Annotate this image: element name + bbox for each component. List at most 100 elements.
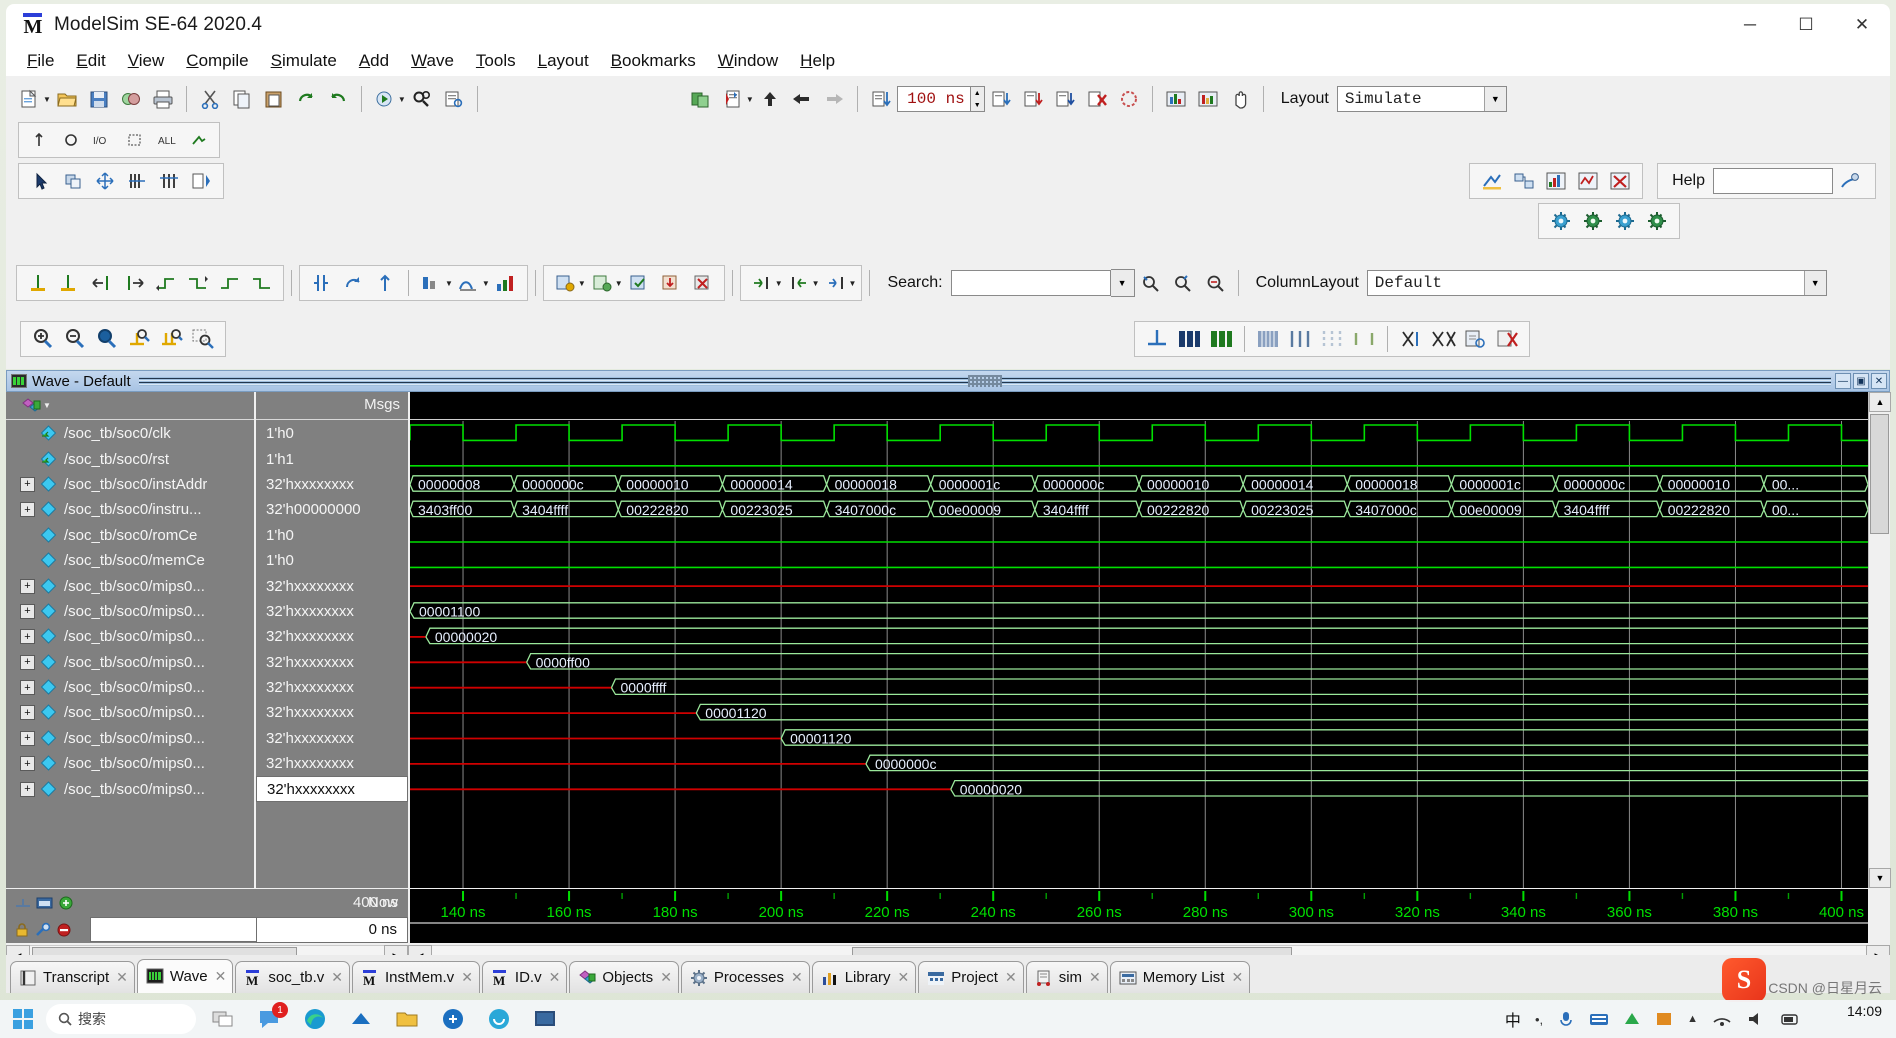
signal-value-row[interactable]: 1'h1 xyxy=(256,446,408,471)
expand-toggle-icon[interactable]: + xyxy=(20,654,35,670)
zoom-between-cursors-icon[interactable] xyxy=(156,324,186,354)
tab-close-icon[interactable]: ✕ xyxy=(791,969,803,986)
schematic-button[interactable] xyxy=(1509,166,1539,196)
tab-project[interactable]: Project ✕ xyxy=(918,961,1024,993)
tab-sim[interactable]: sim ✕ xyxy=(1025,961,1108,993)
run-length-field[interactable]: 100 ns xyxy=(896,86,971,112)
signal-row[interactable]: + /soc_tb/soc0/mips0... xyxy=(6,700,254,725)
find-edge-button[interactable] xyxy=(215,268,245,298)
signal-value-row[interactable]: 32'hxxxxxxxx xyxy=(256,700,408,725)
signal-row[interactable]: + /soc_tb/soc0/instru... xyxy=(6,497,254,522)
tab-close-icon[interactable]: ✕ xyxy=(215,968,227,985)
search-history-dropdown-icon[interactable]: ▼ xyxy=(1110,269,1135,297)
signal-row[interactable]: + /soc_tb/soc0/mips0... xyxy=(6,650,254,675)
zoom-full-icon[interactable] xyxy=(92,324,122,354)
step-button[interactable] xyxy=(986,84,1016,114)
scroll-up-button[interactable]: ▲ xyxy=(1869,392,1891,412)
cut-button[interactable] xyxy=(195,84,225,114)
tab-close-icon[interactable]: ✕ xyxy=(1089,969,1101,986)
signal-value-row[interactable]: 32'hxxxxxxxx xyxy=(256,599,408,624)
maximize-button[interactable]: ☐ xyxy=(1778,4,1834,46)
align-right-button[interactable] xyxy=(154,166,184,196)
search-prev-button[interactable] xyxy=(1136,268,1166,298)
tab-id-v[interactable]: M ID.v ✕ xyxy=(481,961,568,993)
hand-tool-button[interactable] xyxy=(1225,84,1255,114)
tab-close-icon[interactable]: ✕ xyxy=(660,969,672,986)
wave-minimize-button[interactable]: — xyxy=(1835,373,1851,389)
profile-button[interactable] xyxy=(1161,84,1191,114)
delete-coverage-button[interactable] xyxy=(1605,166,1635,196)
tab-wave[interactable]: Wave ✕ xyxy=(136,959,234,993)
signal-row[interactable]: +/soc_tb/soc0/clk xyxy=(6,421,254,446)
app-icon-blue[interactable] xyxy=(433,1002,473,1036)
wave-view-dashed-icon[interactable] xyxy=(1317,324,1347,354)
tab-close-icon[interactable]: ✕ xyxy=(461,969,473,986)
step-over-button[interactable] xyxy=(1018,84,1048,114)
wave-view-grid-icon[interactable] xyxy=(1253,324,1283,354)
menu-view[interactable]: View xyxy=(117,49,176,73)
expand-toggle-icon[interactable]: + xyxy=(20,603,35,619)
tab-close-icon[interactable]: ✕ xyxy=(549,969,561,986)
signal-row[interactable]: +/soc_tb/soc0/rst xyxy=(6,446,254,471)
file-explorer-icon[interactable] xyxy=(387,1002,427,1036)
tray-expand-icon[interactable]: ▲ xyxy=(1687,1013,1698,1025)
task-view-button[interactable] xyxy=(203,1002,243,1036)
signal-filter-internal-button[interactable] xyxy=(120,125,150,155)
waveform-canvas[interactable]: 00000008 0000000c 00000010 00000014 00000018… xyxy=(410,421,1868,888)
menu-compile[interactable]: Compile xyxy=(175,49,259,73)
menu-bookmarks[interactable]: Bookmarks xyxy=(600,49,707,73)
edge-browser-icon[interactable] xyxy=(295,1002,335,1036)
volume-icon[interactable] xyxy=(1746,1010,1766,1028)
find-edge-2-button[interactable] xyxy=(247,268,277,298)
run-length-stepper[interactable]: ▲ ▼ xyxy=(970,86,985,112)
menu-file[interactable]: File xyxy=(16,49,65,73)
column-layout-select[interactable]: Default ▼ xyxy=(1366,270,1827,296)
tab-library[interactable]: Library ✕ xyxy=(811,961,917,993)
scroll-down-button[interactable]: ▼ xyxy=(1869,868,1891,888)
signal-filter-inout-button[interactable]: I/O xyxy=(88,125,118,155)
insert-cursor-button[interactable] xyxy=(23,268,53,298)
align-left-button[interactable] xyxy=(122,166,152,196)
wave-view-light-icon[interactable] xyxy=(1349,324,1379,354)
signal-value-row[interactable]: 1'h0 xyxy=(256,548,408,573)
find-next-rising-button[interactable] xyxy=(183,268,213,298)
zoom-in-icon[interactable] xyxy=(28,324,58,354)
find-button[interactable] xyxy=(407,84,437,114)
tab-close-icon[interactable]: ✕ xyxy=(116,969,128,986)
expand-toggle-icon[interactable]: + xyxy=(20,705,35,721)
run-button[interactable] xyxy=(718,84,748,114)
save-all-button[interactable] xyxy=(116,84,146,114)
expand-toggle-icon[interactable]: + xyxy=(20,730,35,746)
dataflow-button[interactable] xyxy=(1477,166,1507,196)
signal-value-row[interactable]: 32'hxxxxxxxx xyxy=(256,751,408,776)
compile-button[interactable] xyxy=(370,84,400,114)
tab-close-icon[interactable]: ✕ xyxy=(1231,969,1243,986)
print-button[interactable] xyxy=(148,84,178,114)
signal-row[interactable]: + /soc_tb/soc0/mips0... xyxy=(6,776,254,801)
wave-load-format-button[interactable] xyxy=(656,268,686,298)
tab-close-icon[interactable]: ✕ xyxy=(898,969,910,986)
tray-green-icon[interactable] xyxy=(1623,1010,1641,1028)
coverage-button[interactable] xyxy=(1541,166,1571,196)
signal-group-icon[interactable] xyxy=(20,397,46,415)
delete-cursor-button[interactable] xyxy=(55,268,85,298)
tab-instmem-v[interactable]: M InstMem.v ✕ xyxy=(352,961,480,993)
bookmark-add-button[interactable] xyxy=(550,268,580,298)
wave-format-button[interactable] xyxy=(454,268,484,298)
wave-paste-icon[interactable] xyxy=(1460,324,1490,354)
taskbar-clock[interactable]: 14:09 xyxy=(1847,1004,1882,1019)
sogou-badge-icon[interactable]: S xyxy=(1722,958,1766,1002)
battery-icon[interactable] xyxy=(1780,1010,1800,1028)
wave-clear-button[interactable] xyxy=(688,268,718,298)
open-file-button[interactable] xyxy=(52,84,82,114)
tray-orange-icon[interactable] xyxy=(1655,1010,1673,1028)
signal-filter-custom-button[interactable] xyxy=(184,125,214,155)
wave-close-button[interactable]: ✕ xyxy=(1871,373,1887,389)
close-button[interactable]: ✕ xyxy=(1834,4,1890,46)
help-search-icon[interactable] xyxy=(1834,166,1864,196)
signal-row[interactable]: + /soc_tb/soc0/mips0... xyxy=(6,675,254,700)
wave-view-sparse-icon[interactable] xyxy=(1285,324,1315,354)
tab-objects[interactable]: Objects ✕ xyxy=(569,961,679,993)
edit-mode-button[interactable] xyxy=(58,166,88,196)
layout-dropdown-icon[interactable]: ▼ xyxy=(1483,87,1506,111)
